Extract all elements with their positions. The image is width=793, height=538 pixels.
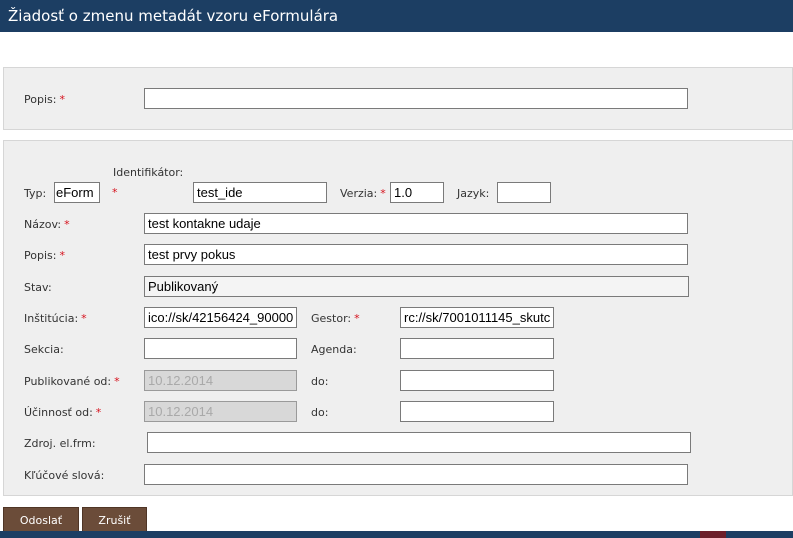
- sekcia-label: Sekcia:: [24, 343, 64, 356]
- ucinnost-do-input[interactable]: [400, 401, 554, 422]
- stav-input: [144, 276, 689, 297]
- required-mark: *: [59, 93, 65, 106]
- nazov-label: Názov: *: [24, 218, 70, 231]
- bottom-bar: [0, 531, 793, 538]
- cancel-button[interactable]: Zrušiť: [82, 507, 147, 533]
- identifikator-input[interactable]: [193, 182, 327, 203]
- top-popis-input[interactable]: [144, 88, 688, 109]
- ucinnost-od-input: [144, 401, 297, 422]
- ucinnost-od-label: Účinnosť od: *: [24, 406, 102, 419]
- agenda-input[interactable]: [400, 338, 554, 359]
- zdroj-input[interactable]: [147, 432, 691, 453]
- bottom-bar-accent: [700, 531, 726, 538]
- publikovane-do-input[interactable]: [400, 370, 554, 391]
- publikovane-od-label: Publikované od: *: [24, 375, 120, 388]
- submit-button[interactable]: Odoslať: [3, 507, 79, 533]
- nazov-input[interactable]: [144, 213, 688, 234]
- identifikator-label: Identifikátor:: [113, 166, 184, 179]
- klucove-slova-label: Kľúčové slová:: [24, 469, 105, 482]
- typ-label: Typ:: [24, 187, 47, 200]
- jazyk-label: Jazyk:: [457, 187, 490, 200]
- verzia-input[interactable]: [390, 182, 444, 203]
- publikovane-do-label: do:: [311, 375, 329, 388]
- gestor-input[interactable]: [400, 307, 554, 328]
- gestor-label: Gestor: *: [311, 312, 360, 325]
- title-bar: Žiadosť o zmenu metadát vzoru eFormulára: [0, 0, 793, 32]
- window-title: Žiadosť o zmenu metadát vzoru eFormulára: [8, 7, 339, 25]
- popis-label: Popis: *: [24, 249, 65, 262]
- publikovane-od-input: [144, 370, 297, 391]
- jazyk-input[interactable]: [497, 182, 551, 203]
- typ-input[interactable]: [54, 182, 100, 203]
- stav-label: Stav:: [24, 281, 52, 294]
- zdroj-label: Zdroj. el.frm:: [24, 437, 96, 450]
- agenda-label: Agenda:: [311, 343, 357, 356]
- sekcia-input[interactable]: [144, 338, 297, 359]
- top-popis-label: Popis: *: [24, 93, 65, 106]
- institucia-label: Inštitúcia: *: [24, 312, 87, 325]
- popis-input[interactable]: [144, 244, 688, 265]
- identifikator-required-mark: *: [112, 186, 118, 199]
- klucove-slova-input[interactable]: [144, 464, 688, 485]
- ucinnost-do-label: do:: [311, 406, 329, 419]
- verzia-label: Verzia: *: [340, 187, 386, 200]
- institucia-input[interactable]: [144, 307, 297, 328]
